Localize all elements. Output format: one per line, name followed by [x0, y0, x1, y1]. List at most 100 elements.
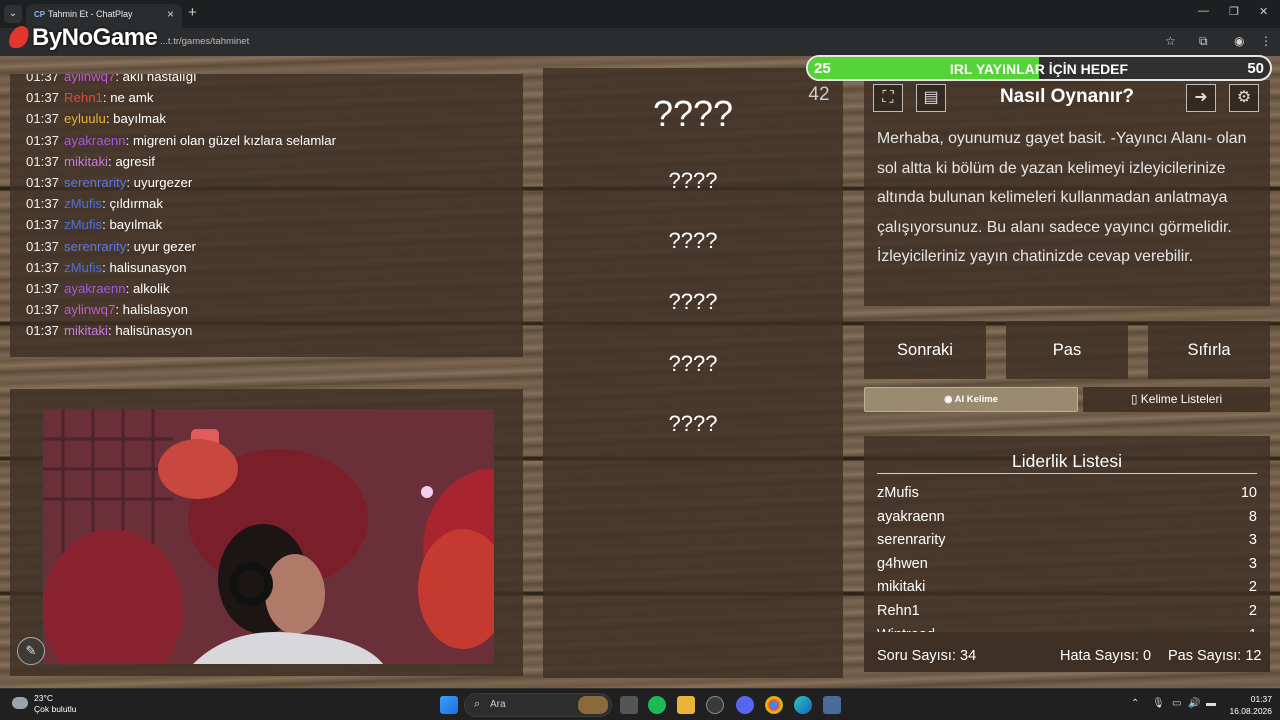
remaining-counter: 42 [808, 84, 830, 105]
chat-message: 01:37 zMufis: bayılmak [26, 214, 523, 235]
chat-username[interactable]: serenrarity [64, 175, 126, 190]
goal-label: IRL YAYINLAR İÇİN HEDEF [949, 61, 1129, 77]
chat-time: 01:37 [26, 196, 60, 212]
chat-username[interactable]: zMufis [64, 196, 102, 211]
app-gear-icon[interactable] [823, 696, 841, 714]
edit-pen-button[interactable]: ✎ [17, 637, 45, 665]
word-lists-button[interactable]: ▯ Kelime Listeleri [1083, 387, 1270, 412]
system-clock[interactable]: 01:37 16.08.2026 [1222, 693, 1272, 717]
chat-username[interactable]: eyluulu [64, 111, 106, 126]
leaderboard-score: 2 [1248, 579, 1257, 596]
settings-gear-icon[interactable]: ⚙ [1229, 84, 1259, 112]
chat-text: uyurgezer [133, 174, 193, 190]
list-icon: ▯ [1130, 392, 1141, 406]
hidden-word: ???? [668, 351, 718, 376]
chat-message: 01:37 aylinwq7: akıl hastalığı [26, 74, 523, 87]
hidden-word: ???? [668, 289, 718, 314]
chat-username[interactable]: ayakraenn [64, 281, 126, 296]
battery-icon[interactable]: ▬ [1206, 698, 1216, 709]
tab-title: Tahmin Et - ChatPlay [48, 9, 133, 19]
next-button[interactable]: Sonraki [864, 321, 986, 379]
leaderboard-score: 3 [1248, 555, 1257, 572]
discord-icon[interactable] [736, 696, 754, 714]
widget-image-icon[interactable] [578, 696, 608, 714]
chat-time: 01:37 [26, 153, 60, 169]
chat-username[interactable]: mikitaki [64, 323, 108, 338]
volume-icon[interactable]: 🔊 [1188, 698, 1200, 709]
bookmark-star-icon[interactable]: ☆ [1165, 34, 1176, 48]
chat-username[interactable]: ayakraenn [64, 133, 126, 148]
notes-icon[interactable]: ▤ [916, 84, 946, 112]
tray-chevron-icon[interactable]: ⌃ [1131, 698, 1139, 709]
start-windows-icon[interactable] [440, 696, 458, 714]
network-icon[interactable]: ▭ [1172, 698, 1181, 709]
flame-logo-icon [7, 26, 31, 48]
chat-time: 01:37 [26, 74, 60, 84]
chat-time: 01:37 [26, 323, 60, 339]
hidden-word: ???? [668, 168, 718, 193]
chat-text: halisünasyon [115, 323, 193, 339]
chat-username[interactable]: aylinwq7 [64, 74, 115, 84]
bynogame-logo: ByNoGame [7, 24, 158, 52]
file-explorer-icon[interactable] [677, 696, 695, 714]
webcam-video [43, 409, 494, 664]
chrome-icon[interactable] [765, 696, 783, 714]
chat-colon: : [125, 132, 133, 148]
leaderboard-score: 8 [1248, 508, 1257, 525]
tab-search-chevron-icon[interactable]: ⌄ [4, 5, 22, 23]
reset-button[interactable]: Sıfırla [1148, 321, 1270, 379]
chat-message: 01:37 aylinwq7: halislasyon [26, 299, 523, 320]
chat-message: 01:37 serenrarity: uyur gezer [26, 236, 523, 257]
new-tab-plus-icon[interactable]: + [188, 4, 197, 21]
url-text[interactable]: ...t.tr/games/tahminet [160, 36, 249, 47]
chat-username[interactable]: serenrarity [64, 239, 126, 254]
extensions-icon[interactable]: ⧉ [1199, 34, 1208, 49]
minimize-icon[interactable]: — [1198, 5, 1209, 17]
chat-username[interactable]: zMufis [64, 260, 102, 275]
leaderboard-title: Liderlik Listesi [1012, 451, 1122, 471]
close-window-icon[interactable]: ✕ [1259, 5, 1268, 18]
error-count: Hata Sayısı: 0 [1060, 648, 1152, 664]
edge-icon[interactable] [794, 696, 812, 714]
chat-message: 01:37 ayakraenn: alkolik [26, 278, 523, 299]
microphone-icon[interactable]: 🎙 [1152, 698, 1165, 709]
pass-count: Pas Sayısı: 12 [1168, 648, 1262, 664]
ai-word-label: AI Kelime [954, 394, 998, 405]
chat-text: uyur gezer [133, 238, 196, 254]
ai-word-button[interactable]: ◉ AI Kelime [864, 387, 1078, 412]
goal-target: 50 [1247, 60, 1264, 77]
chat-time: 01:37 [26, 259, 60, 275]
app-icon[interactable] [706, 696, 724, 714]
streamer-camera-panel: ✎ [10, 389, 523, 676]
chat-message: 01:37 serenrarity: uyurgezer [26, 172, 523, 193]
weather-widget[interactable]: 23°C Çok bulutlu [12, 693, 77, 715]
word-panel: ???? ???????????????????? [543, 68, 843, 678]
profile-icon[interactable]: ◉ [1234, 34, 1244, 48]
chat-username[interactable]: aylinwq7 [64, 302, 115, 317]
word-lists-label: Kelime Listeleri [1140, 392, 1223, 406]
spotify-icon[interactable] [648, 696, 666, 714]
chat-text: bayılmak [109, 217, 163, 233]
leaderboard-panel: Liderlik Listesi zMufis 10 ayakraenn 8 seren… [864, 436, 1270, 672]
browser-menu-icon[interactable]: ⋮ [1260, 34, 1272, 48]
chat-text: halisunasyon [109, 259, 187, 275]
task-view-icon[interactable] [620, 696, 638, 714]
chat-text: bayılmak [113, 111, 166, 127]
exit-icon[interactable]: ➜ [1186, 84, 1216, 112]
chat-time: 01:37 [26, 217, 60, 233]
chat-username[interactable]: zMufis [64, 217, 102, 232]
pass-button[interactable]: Pas [1006, 321, 1128, 379]
chat-username[interactable]: mikitaki [64, 154, 108, 169]
chat-time: 01:37 [26, 302, 60, 318]
how-to-play-panel: Nasıl Oynanır? Merhaba, oyunumuz gayet b… [864, 80, 1270, 306]
browser-tab-bar: ⌄ CP Tahmin Et - ChatPlay × + — ❐ ✕ [0, 0, 1280, 28]
fullscreen-icon[interactable]: ⛶ [873, 84, 903, 112]
clock-date: 16.08.2026 [1229, 706, 1272, 716]
hidden-word: ???? [668, 411, 718, 436]
leaderboard-name: zMufis [877, 485, 919, 501]
leaderboard-name: mikitaki [877, 579, 926, 596]
tab-close-icon[interactable]: × [167, 7, 174, 21]
ai-icon: ◉ [944, 394, 955, 405]
chat-username[interactable]: Rehn1 [64, 90, 103, 105]
restore-icon[interactable]: ❐ [1229, 5, 1239, 18]
